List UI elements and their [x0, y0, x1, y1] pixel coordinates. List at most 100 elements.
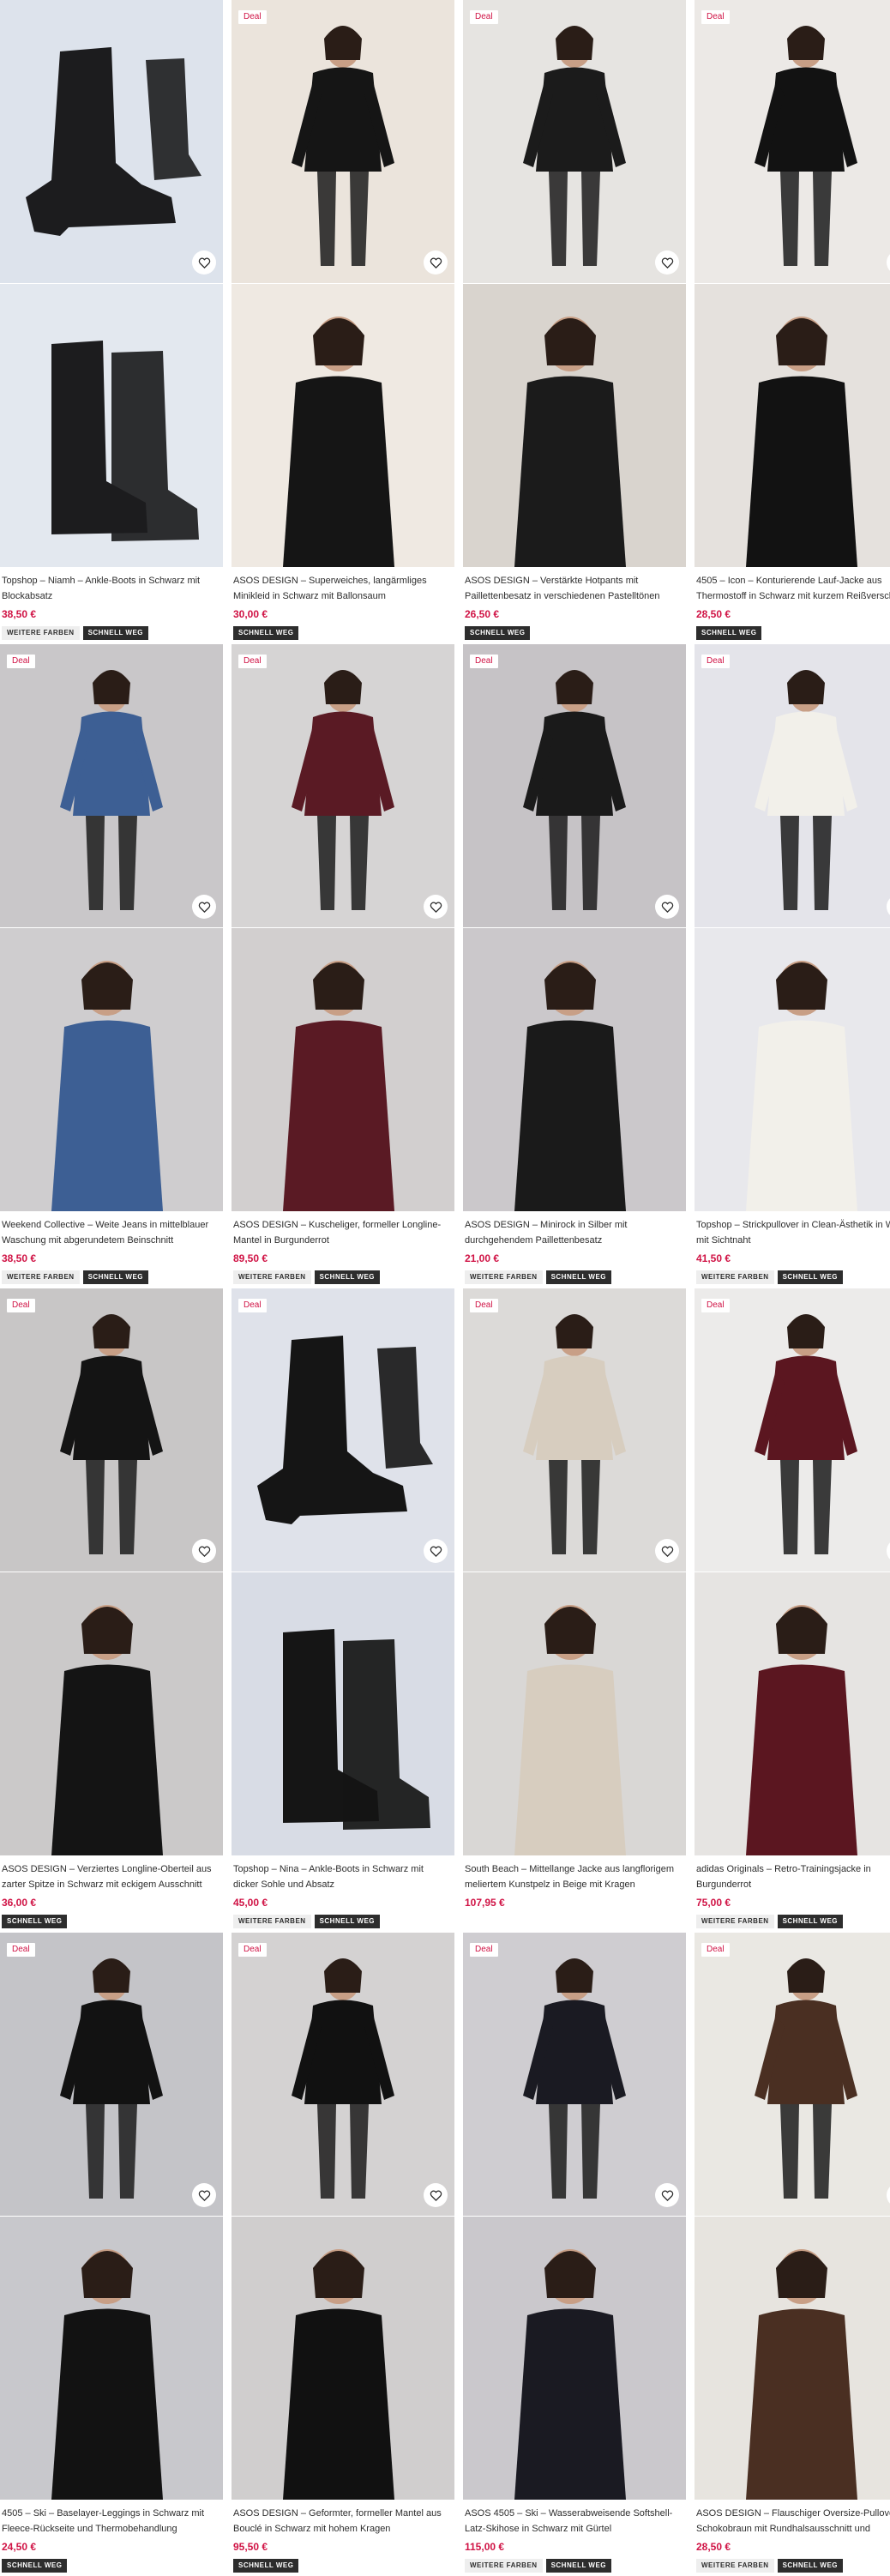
product-title[interactable]: ASOS DESIGN – Flauschiger Oversize-Pullo…: [696, 2506, 890, 2537]
product-tags: SCHNELL WEG: [2, 2559, 219, 2573]
product-title[interactable]: Topshop – Strickpullover in Clean-Ästhet…: [696, 1217, 890, 1248]
product-title[interactable]: ASOS DESIGN – Geformter, formeller Mante…: [233, 2506, 451, 2537]
product-card[interactable]: Deal ASOS DESIGN – Superweiches, langärml…: [232, 0, 454, 643]
more-colours-badge: WEITERE FARBEN: [2, 626, 80, 640]
product-card[interactable]: Deal ASOS DESIGN – Minirock in Silber mit…: [463, 644, 686, 1288]
product-image-alt[interactable]: [463, 2217, 686, 2500]
product-title[interactable]: South Beach – Mittellange Jacke aus lang…: [465, 1861, 683, 1892]
product-card[interactable]: Deal ASOS DESIGN – Geformter, formeller M…: [232, 1933, 454, 2576]
wishlist-button[interactable]: [424, 250, 448, 274]
product-title[interactable]: Topshop – Niamh – Ankle-Boots in Schwarz…: [2, 573, 219, 604]
deal-badge: Deal: [701, 655, 730, 668]
product-info: ASOS DESIGN – Flauschiger Oversize-Pullo…: [696, 2506, 890, 2573]
product-image[interactable]: [232, 644, 454, 927]
product-card[interactable]: Deal 4505 – Ski – Baselayer-Leggings in S…: [0, 1933, 223, 2576]
product-image[interactable]: [695, 1288, 890, 1572]
wishlist-button[interactable]: [424, 1539, 448, 1563]
deal-badge: Deal: [238, 1299, 267, 1312]
product-price: 41,50 €: [696, 1252, 731, 1264]
product-title[interactable]: ASOS DESIGN – Verziertes Longline-Oberte…: [2, 1861, 219, 1892]
product-title[interactable]: ASOS DESIGN – Superweiches, langärmliges…: [233, 573, 451, 604]
wishlist-button[interactable]: [192, 250, 216, 274]
product-image-alt[interactable]: [232, 284, 454, 567]
product-image-alt[interactable]: [0, 284, 223, 567]
product-image[interactable]: [463, 0, 686, 283]
product-card[interactable]: Deal ASOS DESIGN – Kuscheliger, formeller…: [232, 644, 454, 1288]
deal-badge: Deal: [470, 10, 498, 24]
product-title[interactable]: ASOS DESIGN – Kuscheliger, formeller Lon…: [233, 1217, 451, 1248]
product-image[interactable]: [695, 0, 890, 283]
product-card[interactable]: Deal Topshop – Nina – Ankle-Boots in Schw…: [232, 1288, 454, 1932]
product-image[interactable]: [232, 1933, 454, 2216]
product-tags: SCHNELL WEG: [233, 626, 451, 640]
product-card[interactable]: Deal 4505 – Icon – Konturierende Lauf-Jac…: [695, 0, 890, 643]
product-title[interactable]: adidas Originals – Retro-Trainingsjacke …: [696, 1861, 890, 1892]
product-title[interactable]: Topshop – Nina – Ankle-Boots in Schwarz …: [233, 1861, 451, 1892]
product-image-alt[interactable]: [0, 1572, 223, 1855]
wishlist-button[interactable]: [424, 2183, 448, 2207]
wishlist-button[interactable]: [655, 2183, 679, 2207]
selling-fast-badge: SCHNELL WEG: [82, 626, 149, 640]
product-image-alt[interactable]: [0, 2217, 223, 2500]
product-card[interactable]: Topshop – Niamh – Ankle-Boots in Schwarz…: [0, 0, 223, 643]
product-image[interactable]: [232, 1288, 454, 1572]
product-image-alt[interactable]: [695, 284, 890, 567]
product-card[interactable]: Deal ASOS DESIGN – Flauschiger Oversize-P…: [695, 1933, 890, 2576]
product-image-alt[interactable]: [232, 1572, 454, 1855]
wishlist-button[interactable]: [192, 1539, 216, 1563]
product-title[interactable]: Weekend Collective – Weite Jeans in mitt…: [2, 1217, 219, 1248]
product-image[interactable]: [463, 1288, 686, 1572]
product-image-alt[interactable]: [695, 1572, 890, 1855]
wishlist-button[interactable]: [655, 895, 679, 919]
product-image[interactable]: [463, 1933, 686, 2216]
wishlist-button[interactable]: [655, 250, 679, 274]
product-tags: WEITERE FARBEN SCHNELL WEG: [465, 1270, 683, 1284]
product-image-alt[interactable]: [232, 2217, 454, 2500]
product-card[interactable]: Deal South Beach – Mittellange Jacke aus …: [463, 1288, 686, 1932]
wishlist-button[interactable]: [192, 2183, 216, 2207]
product-tags: SCHNELL WEG: [696, 626, 890, 640]
more-colours-badge: WEITERE FARBEN: [465, 1270, 543, 1284]
more-colours-badge: WEITERE FARBEN: [2, 1270, 80, 1284]
product-image[interactable]: [0, 1933, 223, 2216]
product-card[interactable]: Deal ASOS 4505 – Ski – Wasserabweisende S…: [463, 1933, 686, 2576]
product-image[interactable]: [232, 0, 454, 283]
product-image-alt[interactable]: [232, 928, 454, 1211]
deal-badge: Deal: [7, 655, 35, 668]
product-image-alt[interactable]: [463, 284, 686, 567]
product-image[interactable]: [0, 0, 223, 283]
product-image[interactable]: [695, 1933, 890, 2216]
product-tags: WEITERE FARBEN SCHNELL WEG: [465, 2559, 683, 2573]
selling-fast-badge: SCHNELL WEG: [465, 626, 531, 640]
more-colours-badge: WEITERE FARBEN: [233, 1270, 311, 1284]
wishlist-button[interactable]: [655, 1539, 679, 1563]
product-price: 38,50 €: [2, 1252, 37, 1264]
product-image[interactable]: [0, 644, 223, 927]
wishlist-button[interactable]: [192, 895, 216, 919]
wishlist-button[interactable]: [424, 895, 448, 919]
product-image-alt[interactable]: [695, 2217, 890, 2500]
product-image[interactable]: [0, 1288, 223, 1572]
product-card[interactable]: Deal ASOS DESIGN – Verstärkte Hotpants mi…: [463, 0, 686, 643]
selling-fast-badge: SCHNELL WEG: [82, 1270, 149, 1284]
product-image-alt[interactable]: [0, 928, 223, 1211]
product-title[interactable]: ASOS DESIGN – Verstärkte Hotpants mit Pa…: [465, 573, 683, 604]
product-card[interactable]: Deal adidas Originals – Retro-Trainingsja…: [695, 1288, 890, 1932]
product-price: 26,50 €: [465, 608, 500, 620]
product-tags: WEITERE FARBEN SCHNELL WEG: [2, 626, 219, 640]
product-card[interactable]: Deal Topshop – Strickpullover in Clean-Äs…: [695, 644, 890, 1288]
product-image-alt[interactable]: [695, 928, 890, 1211]
product-image[interactable]: [695, 644, 890, 927]
product-image-alt[interactable]: [463, 928, 686, 1211]
product-info: adidas Originals – Retro-Trainingsjacke …: [696, 1861, 890, 1928]
product-title[interactable]: ASOS DESIGN – Minirock in Silber mit dur…: [465, 1217, 683, 1248]
product-image-alt[interactable]: [463, 1572, 686, 1855]
product-info: South Beach – Mittellange Jacke aus lang…: [465, 1861, 683, 1909]
product-image[interactable]: [463, 644, 686, 927]
product-card[interactable]: Deal ASOS DESIGN – Verziertes Longline-Ob…: [0, 1288, 223, 1932]
product-card[interactable]: Deal Weekend Collective – Weite Jeans in …: [0, 644, 223, 1288]
product-title[interactable]: 4505 – Icon – Konturierende Lauf-Jacke a…: [696, 573, 890, 604]
product-title[interactable]: ASOS 4505 – Ski – Wasserabweisende Softs…: [465, 2506, 683, 2537]
product-title[interactable]: 4505 – Ski – Baselayer-Leggings in Schwa…: [2, 2506, 219, 2537]
product-info: ASOS DESIGN – Minirock in Silber mit dur…: [465, 1217, 683, 1284]
